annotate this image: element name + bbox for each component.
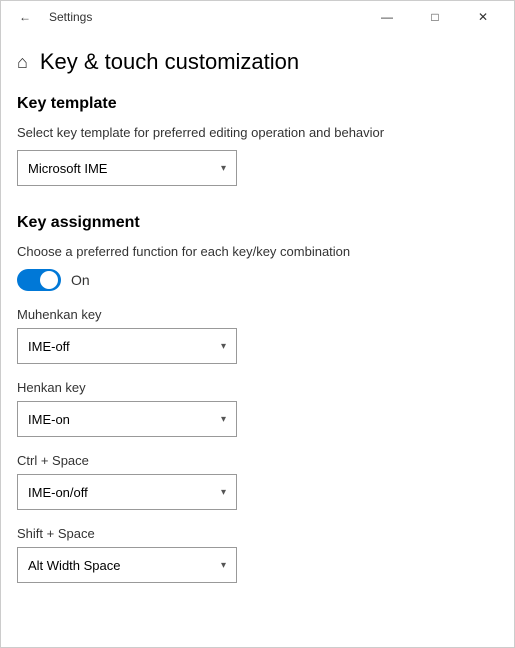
key-template-dropdown[interactable]: Microsoft IME ▾ <box>17 150 237 186</box>
content-area: ⌂ Key & touch customization Key template… <box>1 33 514 647</box>
toggle-row: On <box>17 269 498 291</box>
ctrl-space-arrow: ▾ <box>221 487 226 498</box>
henkan-dropdown[interactable]: IME-on ▾ <box>17 401 237 437</box>
home-icon[interactable]: ⌂ <box>17 52 28 73</box>
title-bar-controls: — □ ✕ <box>364 1 506 33</box>
key-assignment-title: Key assignment <box>17 214 498 232</box>
window-title: Settings <box>49 10 92 24</box>
henkan-field: Henkan key IME-on ▾ <box>17 380 498 437</box>
muhenkan-dropdown[interactable]: IME-off ▾ <box>17 328 237 364</box>
toggle-knob <box>40 271 58 289</box>
maximize-icon: □ <box>431 10 438 24</box>
muhenkan-field: Muhenkan key IME-off ▾ <box>17 307 498 364</box>
minimize-button[interactable]: — <box>364 1 410 33</box>
maximize-button[interactable]: □ <box>412 1 458 33</box>
muhenkan-label: Muhenkan key <box>17 307 498 322</box>
key-template-dropdown-value: Microsoft IME <box>28 161 107 176</box>
settings-window: ← Settings — □ ✕ ⌂ Key & touch customiza… <box>0 0 515 648</box>
shift-space-arrow: ▾ <box>221 560 226 571</box>
minimize-icon: — <box>381 10 393 24</box>
ctrl-space-field: Ctrl + Space IME-on/off ▾ <box>17 453 498 510</box>
close-button[interactable]: ✕ <box>460 1 506 33</box>
shift-space-label: Shift + Space <box>17 526 498 541</box>
back-button[interactable]: ← <box>9 1 41 33</box>
ctrl-space-value: IME-on/off <box>28 485 88 500</box>
shift-space-dropdown[interactable]: Alt Width Space ▾ <box>17 547 237 583</box>
toggle-label: On <box>71 272 90 288</box>
key-assignment-description: Choose a preferred function for each key… <box>17 244 498 259</box>
key-template-description: Select key template for preferred editin… <box>17 125 498 140</box>
muhenkan-value: IME-off <box>28 339 70 354</box>
page-title: Key & touch customization <box>40 49 299 75</box>
title-bar: ← Settings — □ ✕ <box>1 1 514 33</box>
key-template-title: Key template <box>17 95 498 113</box>
shift-space-field: Shift + Space Alt Width Space ▾ <box>17 526 498 583</box>
ctrl-space-label: Ctrl + Space <box>17 453 498 468</box>
henkan-value: IME-on <box>28 412 70 427</box>
back-icon: ← <box>19 10 31 24</box>
page-header: ⌂ Key & touch customization <box>17 33 498 95</box>
key-template-dropdown-arrow: ▾ <box>221 163 226 174</box>
ctrl-space-dropdown[interactable]: IME-on/off ▾ <box>17 474 237 510</box>
muhenkan-arrow: ▾ <box>221 341 226 352</box>
close-icon: ✕ <box>478 10 488 24</box>
henkan-label: Henkan key <box>17 380 498 395</box>
title-bar-left: ← Settings <box>9 1 92 33</box>
key-template-section: Key template Select key template for pre… <box>17 95 498 186</box>
henkan-arrow: ▾ <box>221 414 226 425</box>
key-assignment-section: Key assignment Choose a preferred functi… <box>17 214 498 583</box>
shift-space-value: Alt Width Space <box>28 558 121 573</box>
assignment-toggle[interactable] <box>17 269 61 291</box>
